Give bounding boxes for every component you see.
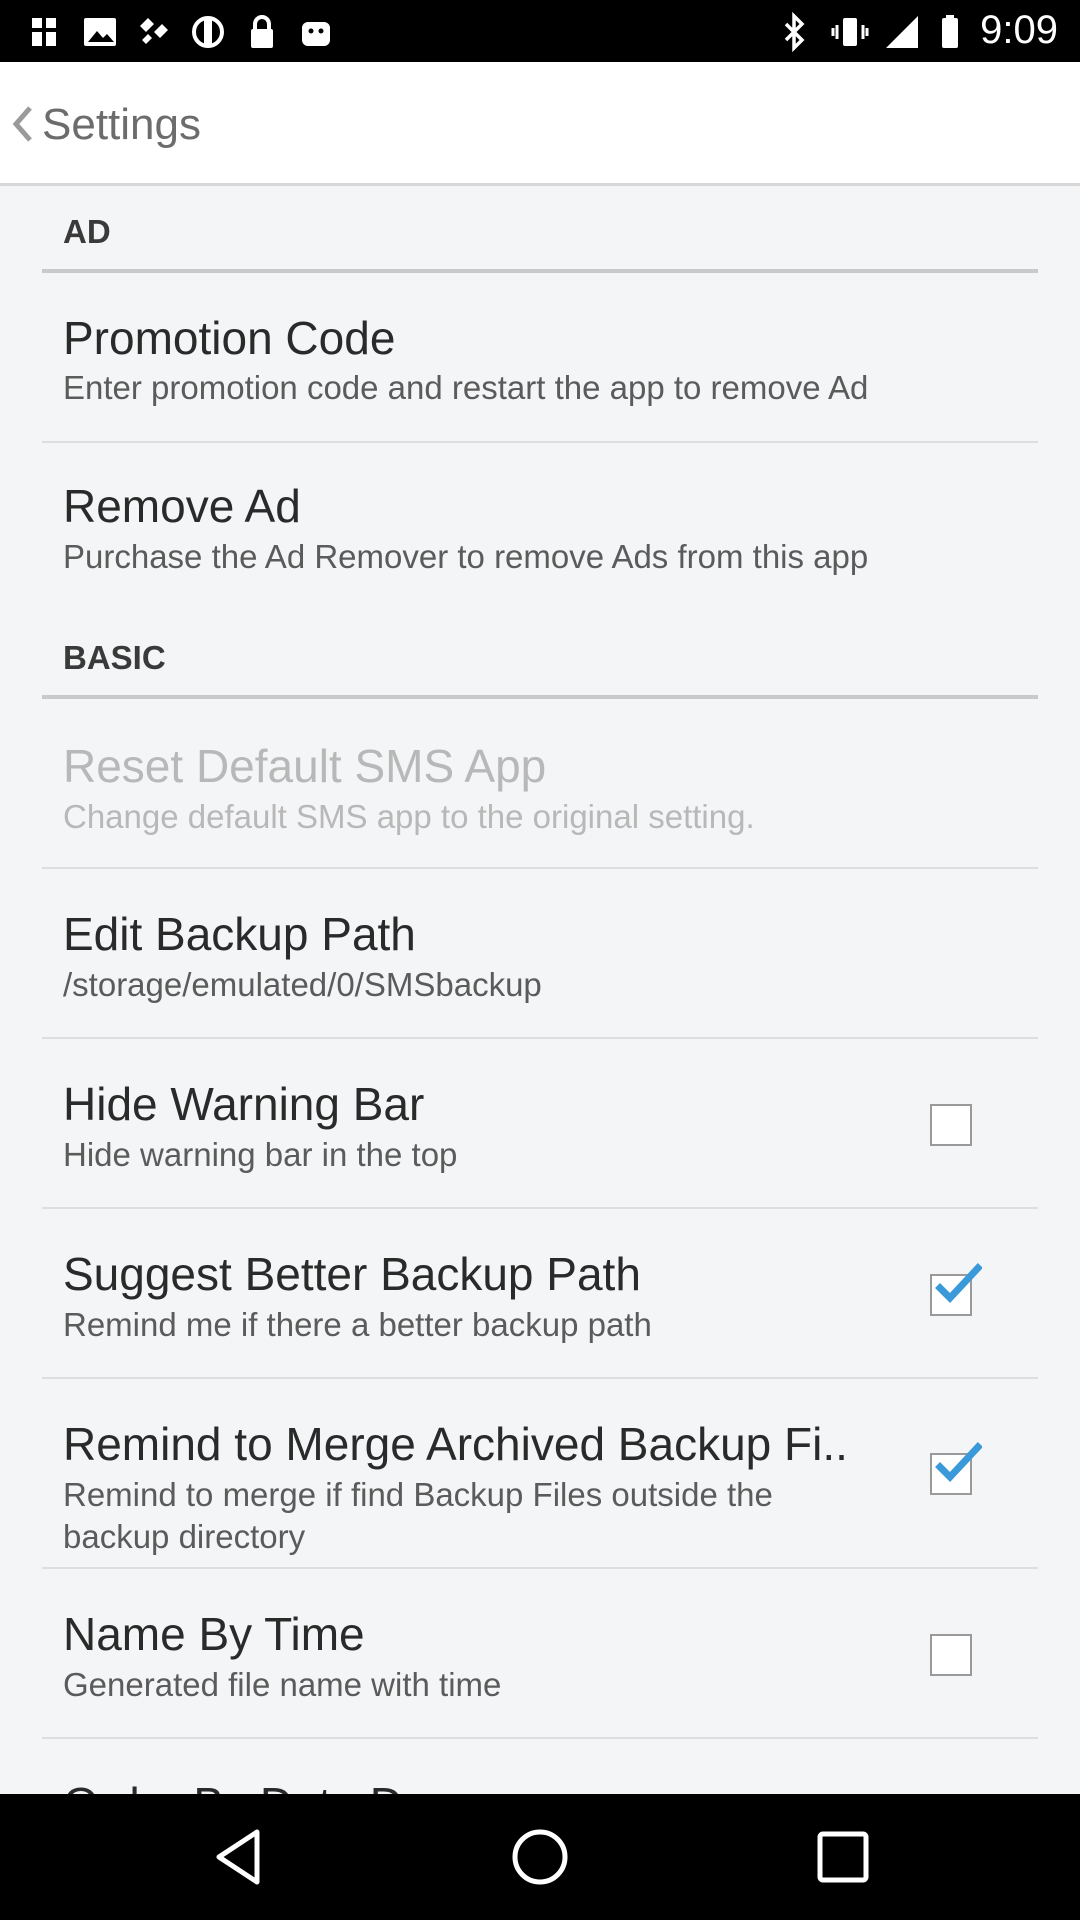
- pref-remind-merge[interactable]: Remind to Merge Archived Backup Fi.. Rem…: [42, 1379, 1038, 1569]
- nav-home-icon[interactable]: [505, 1822, 575, 1892]
- check-icon: [935, 1442, 982, 1483]
- pref-summary: Hide warning bar in the top: [63, 1136, 458, 1173]
- pref-promotion-code[interactable]: Promotion Code Enter promotion code and …: [42, 273, 1038, 443]
- section-header-ad: AD: [42, 189, 1038, 273]
- pref-remove-ad[interactable]: Remove Ad Purchase the Ad Remover to rem…: [42, 443, 1038, 613]
- lock-icon: [242, 12, 282, 52]
- pref-summary: Remind to merge if find Backup Files out…: [63, 1476, 773, 1555]
- pref-summary: Enter promotion code and restart the app…: [63, 369, 869, 406]
- pref-name-by-time[interactable]: Name By Time Generated file name with ti…: [42, 1569, 1038, 1739]
- vibrate-icon: [830, 12, 870, 52]
- image-icon: [80, 12, 120, 52]
- name-by-time-checkbox[interactable]: [930, 1634, 972, 1676]
- back-chevron-icon[interactable]: [8, 102, 36, 146]
- pref-reset-default-sms: Reset Default SMS App Change default SMS…: [42, 699, 1038, 869]
- pref-title: Hide Warning Bar: [63, 1078, 425, 1130]
- android-icon: [296, 12, 336, 52]
- pref-summary: Purchase the Ad Remover to remove Ads fr…: [63, 538, 869, 575]
- status-bar: 9:09: [0, 0, 1080, 62]
- section-header-label: BASIC: [63, 639, 166, 676]
- pref-title: Suggest Better Backup Path: [63, 1248, 641, 1300]
- status-time: 9:09: [980, 8, 1058, 52]
- pref-title: Remind to Merge Archived Backup Fi..: [63, 1418, 848, 1470]
- battery-icon: [930, 12, 970, 52]
- suggest-backup-path-checkbox[interactable]: [930, 1263, 982, 1316]
- pref-hide-warning-bar[interactable]: Hide Warning Bar Hide warning bar in the…: [42, 1039, 1038, 1209]
- pref-title: Promotion Code: [63, 312, 396, 364]
- navigation-bar: [0, 1794, 1080, 1920]
- signal-icon: [882, 12, 922, 52]
- pref-title: Name By Time: [63, 1608, 365, 1660]
- pref-title: Order By Date Desc: [63, 1777, 475, 1794]
- remind-merge-checkbox[interactable]: [930, 1442, 982, 1495]
- pref-title: Reset Default SMS App: [63, 740, 547, 792]
- fake-gps-icon: [134, 12, 174, 52]
- action-bar: Settings: [0, 62, 1080, 186]
- section-header-basic: BASIC: [42, 613, 1038, 699]
- settings-screen: Settings AD Promotion Code Enter promoti…: [0, 62, 1080, 1794]
- pref-title: Edit Backup Path: [63, 908, 416, 960]
- section-header-label: AD: [63, 213, 111, 250]
- pref-edit-backup-path[interactable]: Edit Backup Path /storage/emulated/0/SMS…: [42, 869, 1038, 1039]
- pref-title: Remove Ad: [63, 480, 301, 532]
- pref-summary: Generated file name with time: [63, 1666, 502, 1703]
- settings-list: AD Promotion Code Enter promotion code a…: [0, 189, 1080, 1794]
- bluetooth-icon: [774, 11, 814, 53]
- page-title[interactable]: Settings: [42, 100, 201, 150]
- sync-icon: [188, 12, 228, 52]
- photos-icon: [24, 12, 64, 52]
- pref-summary: Remind me if there a better backup path: [63, 1306, 652, 1343]
- pref-suggest-backup-path[interactable]: Suggest Better Backup Path Remind me if …: [42, 1209, 1038, 1379]
- hide-warning-bar-checkbox[interactable]: [930, 1104, 972, 1146]
- nav-back-icon[interactable]: [205, 1822, 275, 1892]
- pref-summary: /storage/emulated/0/SMSbackup: [63, 966, 542, 1003]
- check-icon: [935, 1263, 982, 1304]
- nav-recents-icon[interactable]: [808, 1822, 878, 1892]
- pref-order-by-date[interactable]: Order By Date Desc: [42, 1739, 1038, 1794]
- pref-summary: Change default SMS app to the original s…: [63, 798, 755, 835]
